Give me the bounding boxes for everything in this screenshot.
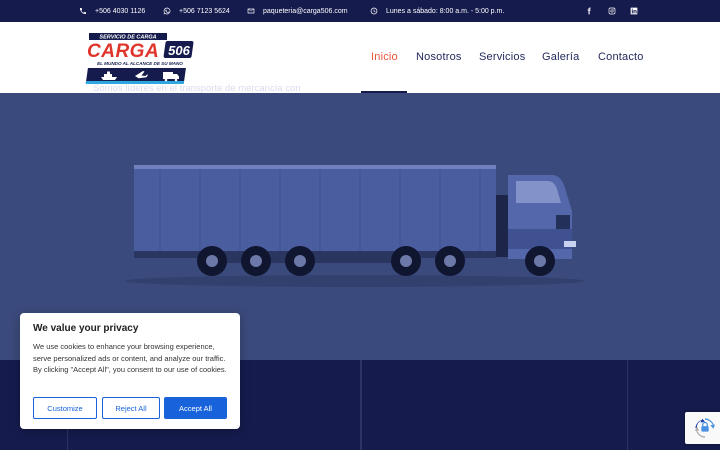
nav-contacto[interactable]: Contacto bbox=[598, 51, 644, 63]
recaptcha-badge[interactable] bbox=[685, 412, 720, 444]
whatsapp-icon bbox=[163, 7, 171, 15]
instagram-icon bbox=[608, 7, 616, 15]
customize-button[interactable]: Customize bbox=[33, 397, 97, 419]
nav-galeria[interactable]: Galería bbox=[542, 51, 579, 63]
svg-text:506: 506 bbox=[168, 43, 190, 58]
cookie-title: We value your privacy bbox=[33, 323, 139, 334]
clock-icon bbox=[370, 7, 378, 15]
email-icon bbox=[247, 8, 255, 14]
nav-inicio[interactable]: Inicio bbox=[371, 51, 398, 63]
linkedin-link[interactable] bbox=[628, 0, 640, 22]
phone-text: +506 4030 1126 bbox=[95, 7, 146, 15]
email-item[interactable]: paqueteria@carga506.com bbox=[247, 0, 348, 22]
hours-text: Lunes a sábado: 8:00 a.m. - 5:00 p.m. bbox=[386, 7, 505, 15]
feature-panel-2 bbox=[361, 360, 628, 450]
hours-item: Lunes a sábado: 8:00 a.m. - 5:00 p.m. bbox=[370, 0, 504, 22]
accept-all-button[interactable]: Accept All bbox=[164, 397, 227, 419]
intro-text: Somos líderes en el transporte de mercan… bbox=[93, 83, 301, 94]
nav-servicios[interactable]: Servicios bbox=[479, 51, 525, 63]
svg-text:SERVICIO DE CARGA: SERVICIO DE CARGA bbox=[99, 35, 156, 41]
whatsapp-text: +506 7123 5624 bbox=[179, 7, 230, 15]
facebook-icon bbox=[587, 7, 591, 15]
reject-all-button[interactable]: Reject All bbox=[102, 397, 160, 419]
cookie-description: We use cookies to enhance your browsing … bbox=[33, 342, 227, 374]
cookie-consent-dialog: We value your privacy We use cookies to … bbox=[20, 313, 240, 429]
email-text: paqueteria@carga506.com bbox=[263, 7, 348, 15]
whatsapp-item[interactable]: +506 7123 5624 bbox=[163, 0, 230, 22]
phone-item[interactable]: +506 4030 1126 bbox=[79, 0, 145, 22]
phone-icon bbox=[80, 8, 86, 14]
recaptcha-icon bbox=[694, 418, 716, 438]
linkedin-icon bbox=[630, 7, 638, 15]
instagram-link[interactable] bbox=[606, 0, 618, 22]
carga506-logo[interactable]: SERVICIO DE CARGA CARGA 506 EL MUNDO AL … bbox=[85, 32, 197, 86]
facebook-link[interactable] bbox=[583, 0, 595, 22]
truck-image bbox=[125, 165, 585, 287]
top-info-bar: +506 4030 1126 +506 7123 5624 paqueteria… bbox=[0, 0, 720, 22]
svg-text:EL MUNDO AL ALCANCE DE SU MANO: EL MUNDO AL ALCANCE DE SU MANO bbox=[97, 61, 183, 66]
nav-nosotros[interactable]: Nosotros bbox=[416, 51, 462, 63]
svg-text:CARGA: CARGA bbox=[87, 41, 159, 62]
